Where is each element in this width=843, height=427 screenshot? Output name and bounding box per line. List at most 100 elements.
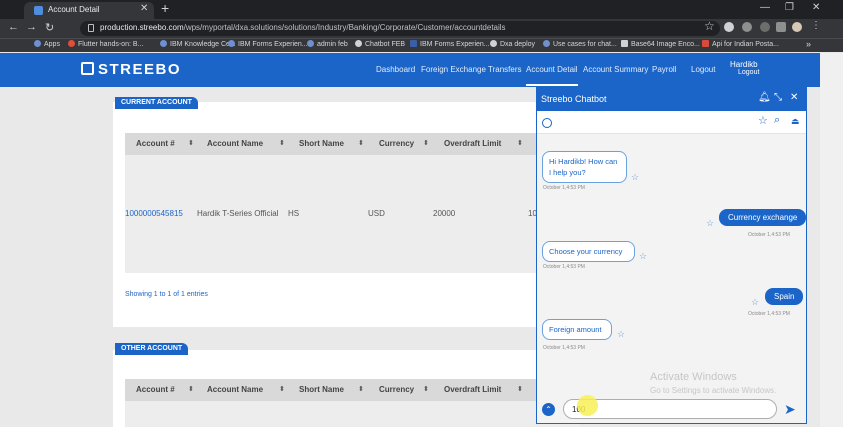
sort-icon[interactable]: ⬍	[517, 139, 523, 147]
avatar[interactable]	[792, 22, 802, 32]
bot-message: Foreign amount	[542, 319, 612, 340]
nav-logout[interactable]: Logout	[691, 65, 715, 74]
col-currency[interactable]: Currency	[379, 139, 414, 148]
bookmark[interactable]: Api for Indian Posta...	[702, 40, 779, 48]
bot-message: Hi Hardikb! How can I help you?	[542, 151, 627, 183]
nav-account-summary[interactable]: Account Summary	[583, 65, 648, 74]
bookmark[interactable]: Dxa deploy	[490, 40, 535, 48]
send-icon[interactable]: ➤	[784, 401, 796, 418]
back-icon[interactable]: ←	[8, 21, 19, 33]
favorite-star-icon[interactable]: ☆	[706, 218, 714, 229]
address-row: ← → ↻ production.streebo.com/wps/myporta…	[0, 19, 843, 38]
nav-foreign-exchange[interactable]: Foreign Exchange	[421, 65, 486, 74]
windows-watermark-subtitle: Go to Settings to activate Windows.	[650, 386, 777, 395]
chevron-up-icon[interactable]: ⌃	[542, 403, 555, 416]
table-row[interactable]	[125, 155, 580, 273]
bookmark[interactable]: Use cases for chat...	[543, 40, 617, 48]
message-time: October 1,4:53 PM	[748, 232, 790, 238]
col-overdraft[interactable]: Overdraft Limit	[444, 385, 501, 394]
cursor-highlight	[577, 395, 598, 416]
sort-icon[interactable]: ⬍	[517, 385, 523, 393]
sort-icon[interactable]: ⬍	[188, 385, 194, 393]
user-profile-icon[interactable]	[542, 118, 552, 128]
reload-icon[interactable]: ↻	[45, 21, 54, 34]
user-name: Hardikb	[730, 60, 758, 69]
minimize-icon[interactable]: —	[760, 2, 770, 13]
bookmark-star-icon[interactable]: ☆	[704, 19, 715, 33]
account-name-cell: Hardik T-Series Official	[197, 209, 279, 218]
sort-icon[interactable]: ⬍	[358, 139, 364, 147]
favorite-star-icon[interactable]: ☆	[751, 297, 759, 308]
close-window-icon[interactable]: ✕	[812, 2, 820, 13]
col-account-name[interactable]: Account Name	[207, 385, 263, 394]
account-number-link[interactable]: 1000000545815	[125, 209, 183, 218]
chatbot-title: Streebo Chatbot	[541, 94, 607, 104]
col-account[interactable]: Account #	[136, 385, 175, 394]
sort-icon[interactable]: ⬍	[423, 139, 429, 147]
extension-icon[interactable]	[724, 22, 734, 32]
sort-icon[interactable]: ⬍	[279, 139, 285, 147]
sort-icon[interactable]: ⬍	[358, 385, 364, 393]
bookmark[interactable]: IBM Forms Experien...	[228, 40, 308, 48]
table-row	[125, 401, 580, 427]
favorite-star-icon[interactable]: ☆	[639, 251, 647, 262]
sort-icon[interactable]: ⬍	[188, 139, 194, 147]
logo-icon	[81, 62, 94, 75]
col-account-name[interactable]: Account Name	[207, 139, 263, 148]
nav-account-detail[interactable]: Account Detail	[526, 65, 578, 86]
user-message: Currency exchange	[719, 209, 807, 226]
overdraft-cell: 20000	[433, 209, 456, 218]
tab-close-icon[interactable]: ✕	[140, 3, 148, 14]
bell-icon[interactable]: 🔔︎	[758, 92, 771, 103]
browser-tab-bar: Account Detail ✕ + — ❐ ✕	[0, 0, 843, 19]
more-bookmarks-icon[interactable]: »	[806, 39, 811, 49]
bookmark[interactable]: Base64 Image Enco...	[621, 40, 700, 48]
nav-transfers[interactable]: Transfers	[488, 65, 522, 74]
current-account-title: CURRENT ACCOUNT	[115, 97, 198, 109]
extension-icon[interactable]	[760, 22, 770, 32]
page-scrollbar[interactable]	[820, 53, 843, 427]
other-account-title: OTHER ACCOUNT	[115, 343, 189, 355]
lock-icon	[88, 24, 94, 32]
tab-favicon-icon	[34, 6, 43, 15]
bookmark[interactable]: IBM Forms Experien...	[410, 40, 490, 48]
sort-icon[interactable]: ⬍	[279, 385, 285, 393]
favorite-star-icon[interactable]: ☆	[617, 329, 625, 340]
forward-icon[interactable]: →	[26, 21, 37, 33]
bookmark[interactable]: admin feb	[307, 40, 348, 48]
extension-icon[interactable]	[742, 22, 752, 32]
favorite-star-icon[interactable]: ☆	[631, 172, 639, 183]
puzzle-icon[interactable]	[776, 22, 786, 32]
new-tab-icon[interactable]: +	[161, 0, 169, 16]
address-bar[interactable]: production.streebo.com/wps/myportal/dxa.…	[80, 21, 720, 36]
bookmark-apps[interactable]: Apps	[34, 40, 60, 48]
bookmark[interactable]: IBM Knowledge Ce...	[160, 40, 236, 48]
message-time: October 1,4:53 PM	[543, 345, 585, 351]
tab-title: Account Detail	[48, 5, 100, 14]
maximize-icon[interactable]: ❐	[785, 2, 794, 13]
col-account[interactable]: Account #	[136, 139, 175, 148]
user-logout-link[interactable]: Logout	[738, 69, 759, 76]
col-short-name[interactable]: Short Name	[299, 385, 344, 394]
close-chat-icon[interactable]: ✕	[790, 92, 798, 103]
sort-icon[interactable]: ⬍	[423, 385, 429, 393]
nav-payroll[interactable]: Payroll	[652, 65, 676, 74]
windows-watermark-title: Activate Windows	[650, 371, 737, 383]
logo: STREEBO	[98, 61, 182, 78]
search-icon[interactable]: ⌕	[774, 114, 780, 127]
more-icon[interactable]: ⋮	[811, 20, 821, 31]
minimize-chat-icon[interactable]: ⤡	[774, 92, 782, 103]
nav-dashboard[interactable]: Dashboard	[376, 65, 415, 74]
col-currency[interactable]: Currency	[379, 385, 414, 394]
bookmark[interactable]: Flutter hands-on: B...	[68, 40, 143, 48]
user-message: Spain	[765, 288, 804, 305]
bookmark[interactable]: Chatbot FEB	[355, 40, 405, 48]
col-short-name[interactable]: Short Name	[299, 139, 344, 148]
tray-icon[interactable]: ⏏	[791, 116, 800, 127]
col-overdraft[interactable]: Overdraft Limit	[444, 139, 501, 148]
message-time: October 1,4:53 PM	[543, 185, 585, 191]
star-icon[interactable]: ☆	[758, 114, 768, 127]
message-time: October 1,4:53 PM	[543, 264, 585, 270]
table-info: Showing 1 to 1 of 1 entries	[125, 291, 208, 298]
browser-tab[interactable]: Account Detail ✕	[24, 2, 154, 19]
